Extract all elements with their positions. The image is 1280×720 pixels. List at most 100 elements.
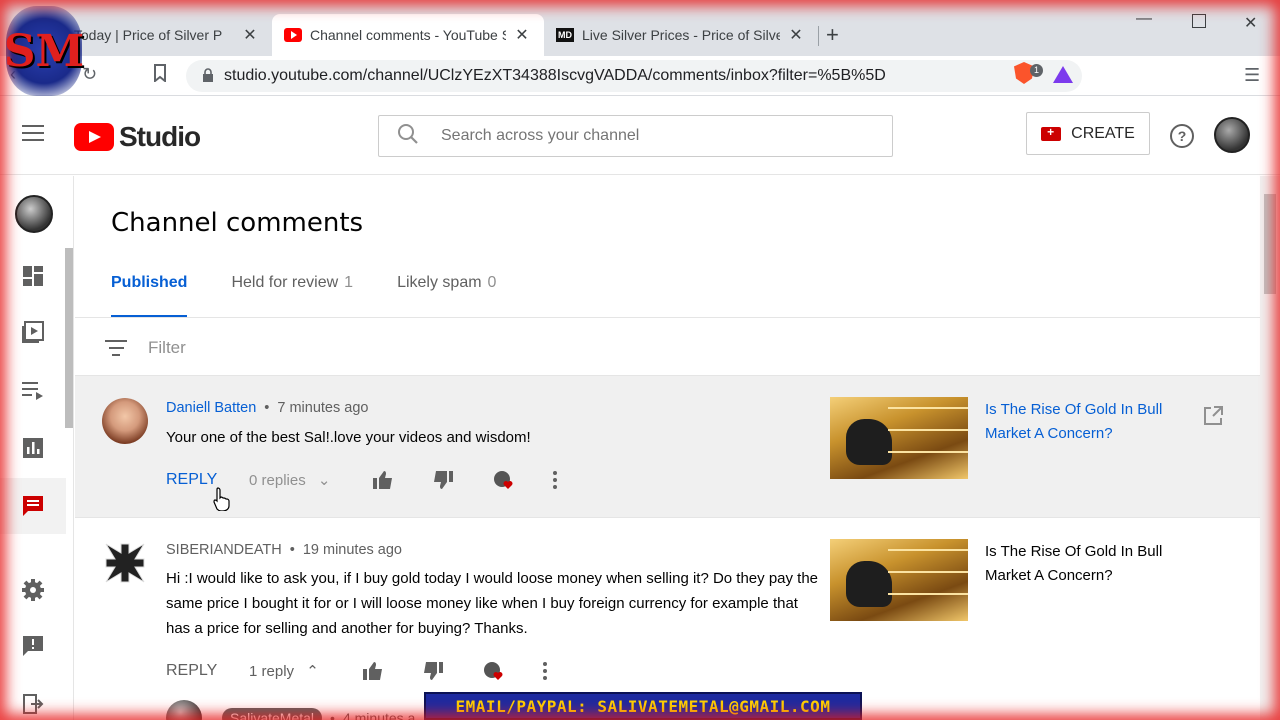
nav-send-feedback[interactable]: [0, 618, 66, 674]
analytics-icon: [23, 438, 43, 458]
chevron-up-icon: ⌃: [306, 663, 319, 680]
search-icon: [397, 123, 419, 150]
comment-time: 4 minutes a: [342, 710, 416, 720]
nav-dashboard[interactable]: [0, 248, 66, 304]
page-scrollbar[interactable]: [1260, 176, 1280, 720]
tab-label: Published: [111, 274, 188, 291]
dashboard-icon: [23, 266, 43, 286]
dislike-button[interactable]: [423, 662, 483, 680]
comment-tabs: Published Held for review 1 Likely spam 0: [111, 274, 540, 318]
site-favicon-icon: MD: [556, 28, 574, 42]
comment-time: 7 minutes ago: [277, 400, 369, 416]
video-title-link[interactable]: Is The Rise Of Gold In Bull Market A Con…: [985, 540, 1175, 588]
browser-toolbar: ‹ ↻ studio.youtube.com/channel/UClzYEzXT…: [0, 56, 1280, 96]
tab-likely-spam[interactable]: Likely spam 0: [397, 274, 496, 318]
comment-author[interactable]: SIBERIANDEATH: [166, 542, 282, 558]
bull-image: [846, 419, 892, 465]
create-button[interactable]: CREATE: [1026, 112, 1150, 155]
nav-playlists[interactable]: [0, 362, 66, 418]
replies-toggle[interactable]: 1 reply ⌃: [249, 662, 359, 680]
new-tab-plus-icon[interactable]: +: [826, 22, 839, 48]
hand-cursor-icon: [213, 487, 231, 516]
youtube-logo-icon: [74, 123, 114, 151]
dislike-button[interactable]: [433, 471, 493, 489]
replies-count: 1 reply: [249, 663, 295, 680]
browser-tab-live-silver[interactable]: MD Live Silver Prices - Price of Silver …: [544, 14, 818, 56]
filter-icon[interactable]: [105, 340, 127, 361]
thumbs-down-icon: [424, 662, 443, 680]
create-video-icon: [1041, 125, 1062, 141]
creator-heart-icon: [494, 471, 513, 489]
create-button-label: CREATE: [1071, 124, 1135, 142]
exit-icon: [23, 694, 44, 714]
comment-text: Hi :I would like to ask you, if I buy go…: [166, 570, 819, 637]
comments-icon: [23, 496, 43, 516]
help-icon[interactable]: ?: [1170, 124, 1194, 148]
like-button[interactable]: [363, 662, 423, 680]
address-bar[interactable]: studio.youtube.com/channel/UClzYEzXT3438…: [186, 60, 1082, 92]
more-options-icon[interactable]: [543, 662, 563, 680]
bookmark-icon[interactable]: [153, 64, 167, 87]
brave-rewards-icon[interactable]: [1053, 66, 1073, 83]
filter-bar[interactable]: Filter: [75, 318, 1260, 376]
browser-menu-icon[interactable]: ☰: [1244, 65, 1260, 86]
close-icon[interactable]: ✕: [786, 25, 806, 45]
tab-held-for-review[interactable]: Held for review 1: [231, 274, 353, 318]
nav-content[interactable]: [0, 304, 66, 360]
scrollbar-thumb[interactable]: [1264, 194, 1276, 294]
replies-toggle[interactable]: 0 replies ⌄: [249, 471, 359, 489]
comment-header: Daniell Batten • 7 minutes ago: [166, 400, 368, 416]
separator-dot: •: [264, 400, 270, 416]
browser-tab-channel-comments[interactable]: Channel comments - YouTube Stu ✕: [272, 14, 544, 56]
video-title-link[interactable]: Is The Rise Of Gold In Bull Market A Con…: [985, 398, 1175, 446]
comment-text: Your one of the best Sal!.love your vide…: [166, 429, 531, 446]
commenter-avatar[interactable]: [102, 540, 148, 586]
nav-scrollbar[interactable]: [65, 248, 73, 428]
hamburger-menu-icon[interactable]: [22, 125, 44, 141]
account-avatar[interactable]: [1214, 117, 1250, 153]
like-button[interactable]: [373, 471, 433, 489]
close-icon[interactable]: ✕: [512, 25, 532, 45]
channel-avatar[interactable]: [15, 195, 53, 233]
heart-button[interactable]: [493, 470, 553, 490]
reply-button[interactable]: REPLY: [166, 471, 249, 489]
gold-bar-row: [888, 571, 968, 585]
comment-author[interactable]: Daniell Batten: [166, 400, 256, 416]
commenter-avatar[interactable]: [102, 398, 148, 444]
comment-row: SIBERIANDEATH • 19 minutes ago Hi :I would…: [75, 518, 1260, 720]
heart-button[interactable]: [483, 661, 543, 681]
video-thumbnail[interactable]: [830, 397, 968, 479]
gold-bar-row: [888, 429, 968, 443]
tab-published[interactable]: Published: [111, 274, 188, 318]
email-banner: EMAIL/PAYPAL: SALIVATEMETAL@GMAIL.COM: [424, 692, 862, 720]
channel-owner-badge[interactable]: SalivateMetal: [222, 708, 323, 720]
nav-settings[interactable]: [0, 562, 66, 618]
gold-bar-row: [888, 451, 968, 465]
minimize-icon[interactable]: —: [1136, 10, 1152, 28]
search-input[interactable]: [441, 127, 841, 145]
studio-logo[interactable]: Studio: [74, 121, 201, 153]
video-thumbnail[interactable]: [830, 539, 968, 621]
separator-dot: •: [330, 710, 335, 720]
left-navigation: [0, 176, 74, 720]
commenter-avatar[interactable]: [166, 700, 202, 720]
gold-bar-row: [888, 549, 968, 563]
browser-tab-strip: er Price Today | Price of Silver P ✕ Cha…: [0, 0, 1280, 56]
channel-search-box[interactable]: [378, 115, 893, 157]
window-close-icon[interactable]: ✕: [1244, 13, 1257, 33]
nav-creator-studio-classic[interactable]: [0, 676, 66, 720]
nav-analytics[interactable]: [0, 420, 66, 476]
open-external-icon[interactable]: [1203, 406, 1223, 431]
nav-comments[interactable]: [0, 478, 66, 534]
filter-placeholder: Filter: [148, 338, 186, 357]
reload-icon[interactable]: ↻: [82, 64, 97, 85]
tab-title: Channel comments - YouTube Stu: [310, 27, 506, 43]
comment-actions: REPLY 1 reply ⌃: [166, 656, 563, 686]
more-options-icon[interactable]: [553, 471, 573, 489]
reply-button[interactable]: REPLY: [166, 662, 249, 680]
thumbs-up-icon: [363, 662, 382, 680]
close-icon[interactable]: ✕: [240, 25, 260, 45]
replies-count: 0 replies: [249, 472, 306, 489]
tab-separator: [818, 26, 819, 46]
maximize-icon[interactable]: [1192, 14, 1206, 28]
